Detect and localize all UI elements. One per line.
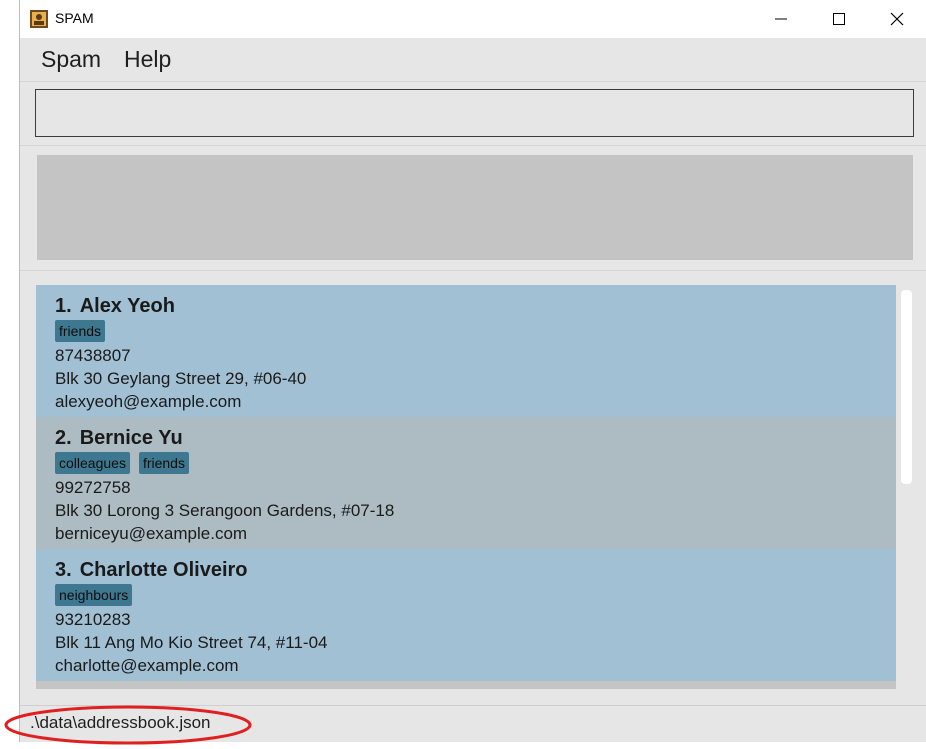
person-email: charlotte@example.com	[55, 656, 239, 675]
person-phone: 93210283	[55, 610, 131, 629]
menu-spam[interactable]: Spam	[41, 46, 101, 73]
app-window: SPAM Spam Help 1. Alex Yeoh friends 8743…	[19, 0, 926, 742]
person-index: 2.	[55, 427, 72, 449]
person-list[interactable]: 1. Alex Yeoh friends 87438807 Blk 30 Geyl…	[36, 285, 896, 689]
person-index: 3.	[55, 559, 72, 581]
scrollbar-thumb[interactable]	[901, 290, 912, 484]
status-file-path: .\data\addressbook.json	[30, 713, 211, 732]
person-address: Blk 11 Ang Mo Kio Street 74, #11-04	[55, 633, 328, 652]
result-display	[37, 155, 913, 260]
app-icon	[30, 10, 48, 28]
maximize-icon	[833, 13, 845, 25]
person-card[interactable]: 3. Charlotte Oliveiro neighbours 93210283…	[36, 549, 896, 681]
person-name-row: 1. Alex Yeoh	[55, 293, 896, 319]
menu-help[interactable]: Help	[124, 46, 171, 73]
person-name: Alex Yeoh	[79, 295, 175, 317]
maximize-button[interactable]	[810, 0, 868, 38]
command-input[interactable]	[35, 89, 914, 137]
person-phone: 99272758	[55, 478, 131, 497]
person-phone: 87438807	[55, 346, 131, 365]
person-email: berniceyu@example.com	[55, 524, 248, 543]
tag: neighbours	[55, 584, 133, 606]
person-email: alexyeoh@example.com	[55, 392, 242, 411]
divider	[20, 270, 926, 271]
person-address: Blk 30 Lorong 3 Serangoon Gardens, #07-1…	[55, 501, 395, 520]
person-card[interactable]: 2. Bernice Yu colleagues friends 99272758…	[36, 417, 896, 549]
person-name: Charlotte Oliveiro	[79, 559, 248, 581]
person-address: Blk 30 Geylang Street 29, #06-40	[55, 369, 307, 388]
minimize-button[interactable]	[752, 0, 810, 38]
tag-list: neighbours	[55, 584, 896, 608]
status-bar: .\data\addressbook.json	[20, 705, 926, 742]
minimize-icon	[775, 18, 787, 20]
person-card[interactable]: 1. Alex Yeoh friends 87438807 Blk 30 Geyl…	[36, 285, 896, 417]
menu-bar: Spam Help	[20, 38, 926, 82]
close-icon	[890, 12, 904, 26]
person-name-row: 2. Bernice Yu	[55, 425, 896, 451]
window-title: SPAM	[55, 10, 94, 26]
tag-list: friends	[55, 320, 896, 344]
tag: friends	[55, 320, 106, 342]
person-name-row: 3. Charlotte Oliveiro	[55, 557, 896, 583]
divider	[20, 145, 926, 146]
close-button[interactable]	[868, 0, 926, 38]
person-index: 1.	[55, 295, 72, 317]
tag: friends	[138, 452, 189, 474]
tag-list: colleagues friends	[55, 452, 896, 476]
title-bar: SPAM	[20, 0, 926, 38]
person-name: Bernice Yu	[79, 427, 183, 449]
tag: colleagues	[55, 452, 130, 474]
